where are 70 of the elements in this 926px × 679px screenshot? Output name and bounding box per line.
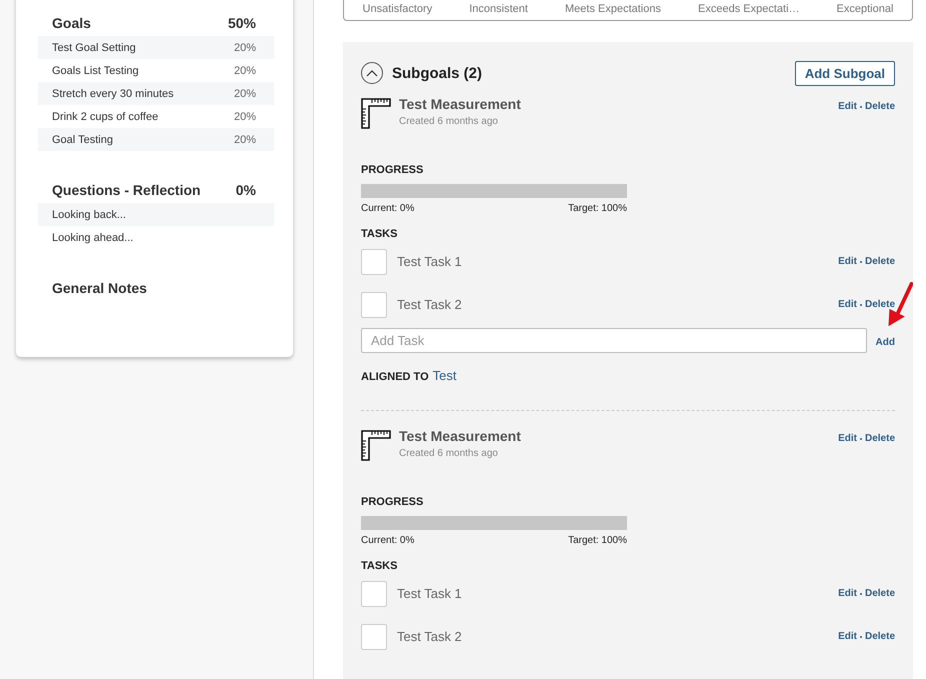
add-task-link[interactable]: Add [876, 337, 895, 348]
action-link[interactable]: Delete [864, 588, 895, 599]
collapse-toggle-icon[interactable] [361, 62, 383, 84]
action-link[interactable]: Edit [838, 631, 857, 642]
measurement-name: Test Measurement [399, 96, 522, 112]
row-percent: 20% [234, 64, 256, 76]
action-link[interactable]: Edit [838, 299, 857, 310]
row-label: Goals List Testing [52, 64, 139, 76]
section-percent: 50% [228, 15, 256, 31]
action-link[interactable]: Delete [864, 433, 895, 444]
summary-row[interactable]: Looking back... [38, 203, 274, 226]
task-label: Test Task 2 [397, 629, 463, 644]
rating-label[interactable]: Exceptional [836, 3, 894, 16]
row-label: Looking back... [52, 208, 126, 220]
action-link[interactable]: Delete [864, 256, 895, 267]
task-checkbox[interactable] [361, 248, 387, 274]
row-percent: 20% [234, 110, 256, 122]
ruler-icon [361, 98, 391, 129]
current-value: Current: 0% [361, 203, 414, 214]
task-label: Test Task 1 [397, 254, 463, 269]
row-label: Goal Testing [52, 134, 113, 146]
summary-row[interactable]: Looking ahead... [38, 226, 274, 249]
row-label: Stretch every 30 minutes [52, 88, 174, 100]
section-title: Questions - Reflection [52, 182, 201, 198]
task-label: Test Task 2 [397, 297, 463, 312]
target-value: Target: 100% [568, 203, 627, 214]
rating-label[interactable]: Inconsistent [469, 3, 528, 16]
ruler-icon [361, 430, 391, 461]
add-task-field[interactable]: Add Task [361, 328, 867, 353]
rating-label[interactable]: Meets Expectations [564, 3, 661, 16]
task-checkbox[interactable] [361, 624, 387, 650]
row-label: Drink 2 cups of coffee [52, 110, 158, 122]
summary-row[interactable]: Drink 2 cups of coffee 20% [38, 105, 274, 128]
current-value: Current: 0% [361, 535, 414, 546]
summary-row[interactable]: Test Goal Setting 20% [38, 36, 274, 59]
row-label: Looking ahead... [52, 232, 134, 244]
aligned-goal-link[interactable]: Test [432, 368, 456, 383]
task-checkbox[interactable] [361, 292, 387, 318]
progress-label: PROGRESS [361, 164, 424, 176]
created-date: Created 6 months ago [399, 448, 499, 459]
progress-label: PROGRESS [361, 496, 424, 508]
action-link[interactable]: Edit [838, 433, 857, 444]
action-link[interactable]: Edit [838, 101, 857, 112]
tasks-label: TASKS [361, 560, 398, 572]
rating-label[interactable]: Exceeds Expectati… [698, 3, 800, 16]
action-link[interactable]: Edit [838, 256, 857, 267]
add-subgoal-button[interactable]: Add Subgoal [794, 60, 895, 86]
action-link[interactable]: Edit [838, 588, 857, 599]
subgoals-title: Subgoals (2) [392, 64, 484, 82]
section-percent: 0% [236, 182, 256, 198]
summary-row[interactable]: Goal Testing 20% [38, 128, 274, 151]
section-title: Goals [52, 15, 91, 31]
task-label: Test Task 1 [397, 586, 463, 601]
summary-row[interactable]: Goals List Testing 20% [38, 59, 274, 82]
action-link[interactable]: Delete [864, 299, 895, 310]
action-link[interactable]: Delete [864, 631, 895, 642]
row-percent: 20% [234, 134, 256, 146]
aligned-label: ALIGNED TO [361, 371, 429, 383]
row-percent: 20% [234, 88, 256, 100]
row-percent: 20% [234, 42, 256, 54]
summary-row[interactable]: Stretch every 30 minutes 20% [38, 82, 274, 105]
task-checkbox[interactable] [361, 580, 387, 606]
action-link[interactable]: Delete [864, 101, 895, 112]
rating-label[interactable]: Unsatisfactory [362, 3, 432, 16]
section-title: General Notes [52, 280, 147, 296]
target-value: Target: 100% [568, 535, 627, 546]
tasks-label: TASKS [361, 228, 398, 240]
created-date: Created 6 months ago [399, 116, 499, 127]
row-label: Test Goal Setting [52, 42, 136, 54]
measurement-name: Test Measurement [399, 428, 522, 444]
